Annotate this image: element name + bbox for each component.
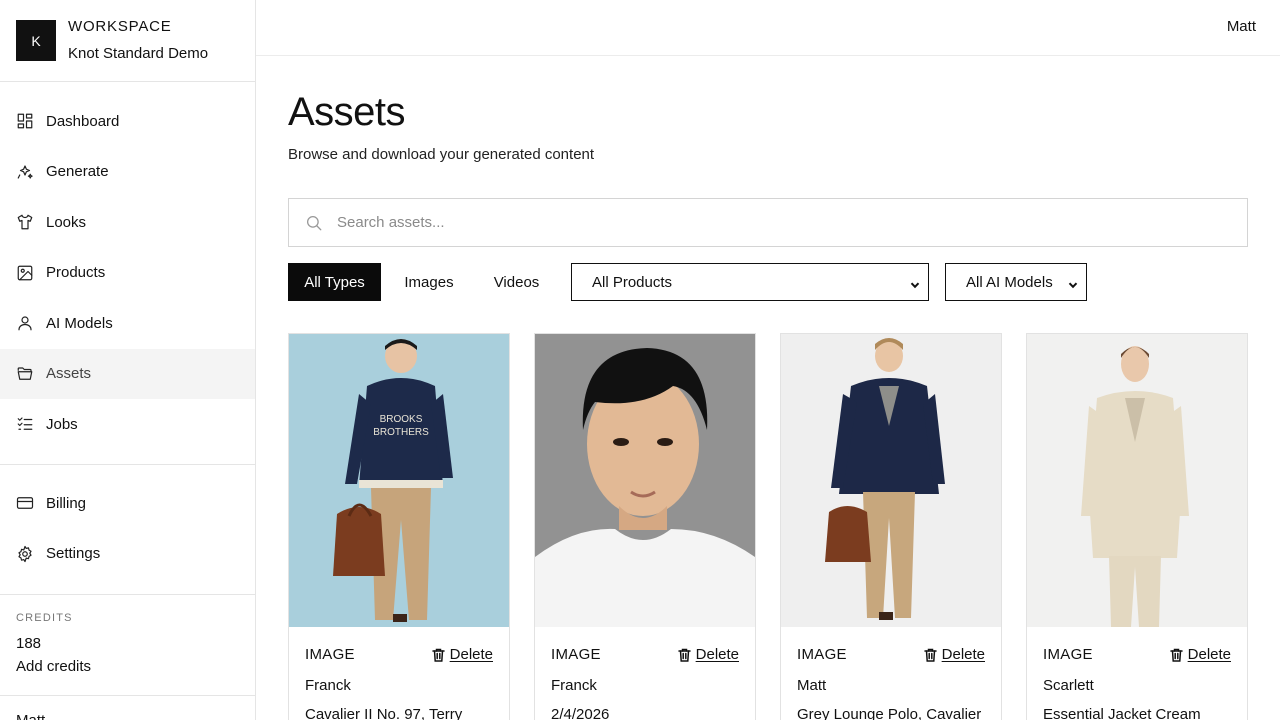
primary-nav: Dashboard Generate Looks Products AI Mod… — [0, 96, 255, 450]
sidebar-item-dashboard[interactable]: Dashboard — [0, 96, 255, 147]
asset-type: IMAGE — [305, 646, 355, 663]
svg-text:BROOKS: BROOKS — [380, 414, 423, 425]
svg-text:BROTHERS: BROTHERS — [373, 427, 429, 438]
gear-icon — [16, 545, 34, 563]
asset-thumbnail[interactable] — [535, 334, 755, 627]
sidebar-divider — [0, 695, 255, 696]
credit-card-icon — [16, 494, 34, 512]
product-select[interactable]: All Products — [571, 263, 929, 301]
delete-button[interactable]: Delete — [923, 646, 985, 663]
sidebar-item-label: Looks — [46, 213, 87, 231]
asset-model: Franck — [305, 677, 351, 694]
asset-card[interactable]: IMAGE Delete Matt Grey Lounge Polo, Cava… — [780, 333, 1002, 720]
sidebar-item-label: Billing — [46, 494, 87, 512]
filter-all-types[interactable]: All Types — [288, 263, 381, 301]
workspace-name: Knot Standard Demo — [68, 45, 209, 62]
page-subtitle: Browse and download your generated conte… — [288, 146, 595, 163]
checklist-icon — [16, 415, 34, 433]
sidebar-item-jobs[interactable]: Jobs — [0, 399, 255, 450]
sidebar-item-assets[interactable]: Assets — [0, 348, 255, 399]
credits-label: CREDITS — [16, 612, 73, 624]
sidebar-item-products[interactable]: Products — [0, 248, 255, 299]
asset-model: Franck — [551, 677, 597, 694]
delete-button[interactable]: Delete — [1169, 646, 1231, 663]
asset-card[interactable]: BROOKS BROTHERS IMAGE Delete Franck Cava… — [288, 333, 510, 720]
product-select-value: All Products — [592, 273, 673, 291]
asset-thumbnail[interactable] — [1027, 334, 1247, 627]
asset-thumbnail[interactable]: BROOKS BROTHERS — [289, 334, 509, 627]
user-menu[interactable]: Matt — [1227, 18, 1256, 35]
asset-type: IMAGE — [551, 646, 601, 663]
sidebar-item-label: Assets — [46, 365, 92, 383]
sidebar-item-looks[interactable]: Looks — [0, 197, 255, 248]
asset-type: IMAGE — [797, 646, 847, 663]
asset-type: IMAGE — [1043, 646, 1093, 663]
delete-button[interactable]: Delete — [431, 646, 493, 663]
sidebar-item-settings[interactable]: Settings — [0, 529, 255, 580]
chevron-down-icon — [1068, 277, 1078, 289]
top-bar: Matt — [256, 0, 1280, 56]
shirt-icon — [16, 213, 34, 231]
sidebar-item-label: Generate — [46, 163, 109, 181]
trash-icon — [1169, 648, 1183, 662]
folder-icon — [16, 365, 34, 383]
search-input[interactable] — [337, 199, 1237, 246]
sidebar-divider — [0, 594, 255, 595]
secondary-nav: Billing Settings — [0, 478, 255, 579]
ai-model-select[interactable]: All AI Models — [945, 263, 1087, 301]
sidebar-item-label: AI Models — [46, 314, 113, 332]
asset-card[interactable]: IMAGE Delete Franck 2/4/2026 — [534, 333, 756, 720]
sidebar-item-label: Products — [46, 264, 106, 282]
asset-meta: 2/4/2026 — [551, 706, 610, 720]
delete-button[interactable]: Delete — [677, 646, 739, 663]
workspace-label: WORKSPACE — [68, 18, 172, 35]
asset-model: Matt — [797, 677, 827, 694]
sidebar-item-label: Dashboard — [46, 112, 120, 130]
delete-label: Delete — [695, 646, 739, 663]
asset-meta: Cavalier II No. 97, Terry — [305, 706, 463, 720]
asset-meta: Grey Lounge Polo, Cavalier — [797, 706, 982, 720]
asset-model: Scarlett — [1043, 677, 1094, 694]
filter-images[interactable]: Images — [389, 263, 469, 301]
credits-value: 188 — [16, 635, 42, 652]
sidebar-item-label: Jobs — [46, 415, 78, 433]
sidebar-user[interactable]: Matt — [16, 712, 45, 720]
workspace-switcher[interactable]: K WORKSPACE Knot Standard Demo — [0, 0, 255, 82]
ai-model-select-value: All AI Models — [966, 273, 1053, 291]
trash-icon — [431, 648, 445, 662]
workspace-logo: K — [16, 20, 56, 61]
search-icon — [305, 214, 323, 232]
sidebar: K WORKSPACE Knot Standard Demo Dashboard… — [0, 0, 256, 720]
trash-icon — [677, 648, 691, 662]
asset-thumbnail[interactable] — [781, 334, 1001, 627]
trash-icon — [923, 648, 937, 662]
delete-label: Delete — [941, 646, 985, 663]
sidebar-item-ai-models[interactable]: AI Models — [0, 298, 255, 349]
asset-card[interactable]: IMAGE Delete Scarlett Essential Jacket C… — [1026, 333, 1248, 720]
delete-label: Delete — [449, 646, 493, 663]
add-credits-link[interactable]: Add credits — [16, 658, 91, 675]
delete-label: Delete — [1187, 646, 1231, 663]
sidebar-item-generate[interactable]: Generate — [0, 147, 255, 198]
asset-meta: Essential Jacket Cream — [1043, 706, 1201, 720]
sidebar-item-label: Settings — [46, 545, 101, 563]
dashboard-icon — [16, 112, 34, 130]
filter-videos[interactable]: Videos — [477, 263, 556, 301]
sidebar-divider — [0, 464, 255, 465]
chevron-down-icon — [910, 277, 920, 289]
page-title: Assets — [288, 90, 406, 134]
credits-panel: CREDITS 188 Add credits — [16, 612, 91, 675]
user-icon — [16, 314, 34, 332]
sparkles-icon — [16, 163, 34, 181]
search-box — [288, 198, 1248, 247]
image-icon — [16, 264, 34, 282]
sidebar-item-billing[interactable]: Billing — [0, 478, 255, 529]
